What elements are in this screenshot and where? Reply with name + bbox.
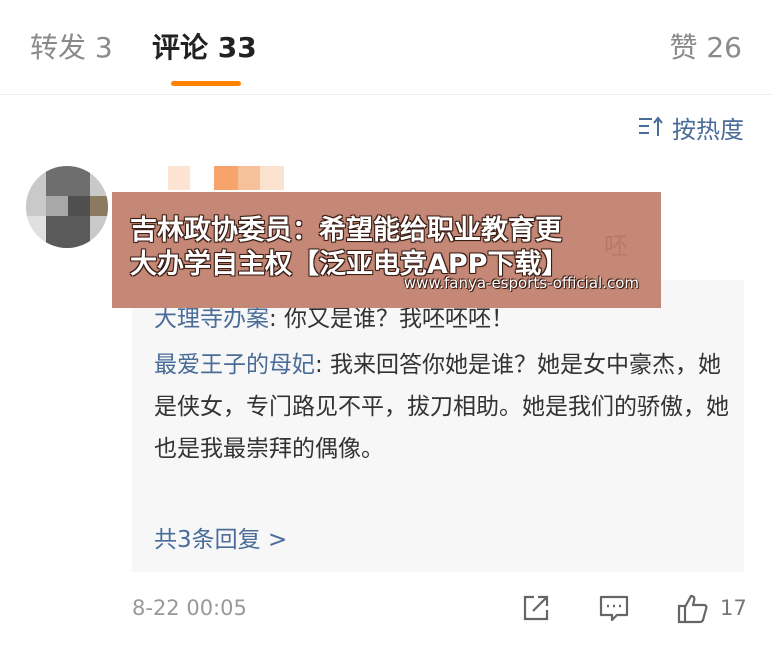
tab-comments[interactable]: 评论 33 <box>152 26 257 66</box>
more-replies-link[interactable]: 共3条回复 > <box>154 520 287 554</box>
comment-timestamp: 8-22 00:05 <box>132 596 247 620</box>
tab-forward[interactable]: 转发 3 <box>30 26 113 66</box>
username-part <box>260 166 284 190</box>
thumbs-up-icon[interactable] <box>676 592 710 626</box>
sort-label: 按热度 <box>672 115 744 144</box>
watermark-banner: 吉林政协委员：希望能给职业教育更 大办学自主权【泛亚电竞APP下载】 www.f… <box>112 192 661 308</box>
like-count: 17 <box>720 596 747 620</box>
reply-author[interactable]: 最爱王子的母妃 <box>154 352 315 378</box>
sort-button[interactable]: 按热度 <box>638 110 744 144</box>
reply-item: 最爱王子的母妃: 我来回答你她是谁？她是女中豪杰，她是侠女，专门路见不平，拔刀相… <box>154 344 729 470</box>
tab-likes[interactable]: 赞 26 <box>669 26 742 66</box>
reply-author[interactable]: 大理寺办案 <box>154 306 269 332</box>
active-tab-indicator <box>171 81 241 86</box>
comment-page: 转发 3 评论 33 赞 26 按热度 呸 大理寺办案: 你又是谁？我呸呸呸！ <box>0 0 772 664</box>
reply-text: : 你又是谁？我呸呸呸！ <box>269 306 515 332</box>
username[interactable] <box>168 166 190 190</box>
username-part <box>214 166 238 190</box>
avatar[interactable] <box>26 166 108 248</box>
comment-icon[interactable] <box>598 592 630 624</box>
username-part <box>238 166 260 190</box>
replies-box[interactable]: 大理寺办案: 你又是谁？我呸呸呸！ 最爱王子的母妃: 我来回答你她是谁？她是女中… <box>132 280 744 572</box>
sort-icon <box>639 116 663 136</box>
tab-bar: 转发 3 评论 33 赞 26 <box>0 0 772 95</box>
banner-url: www.fanya-esports-official.com <box>403 274 639 292</box>
share-icon[interactable] <box>520 592 552 624</box>
